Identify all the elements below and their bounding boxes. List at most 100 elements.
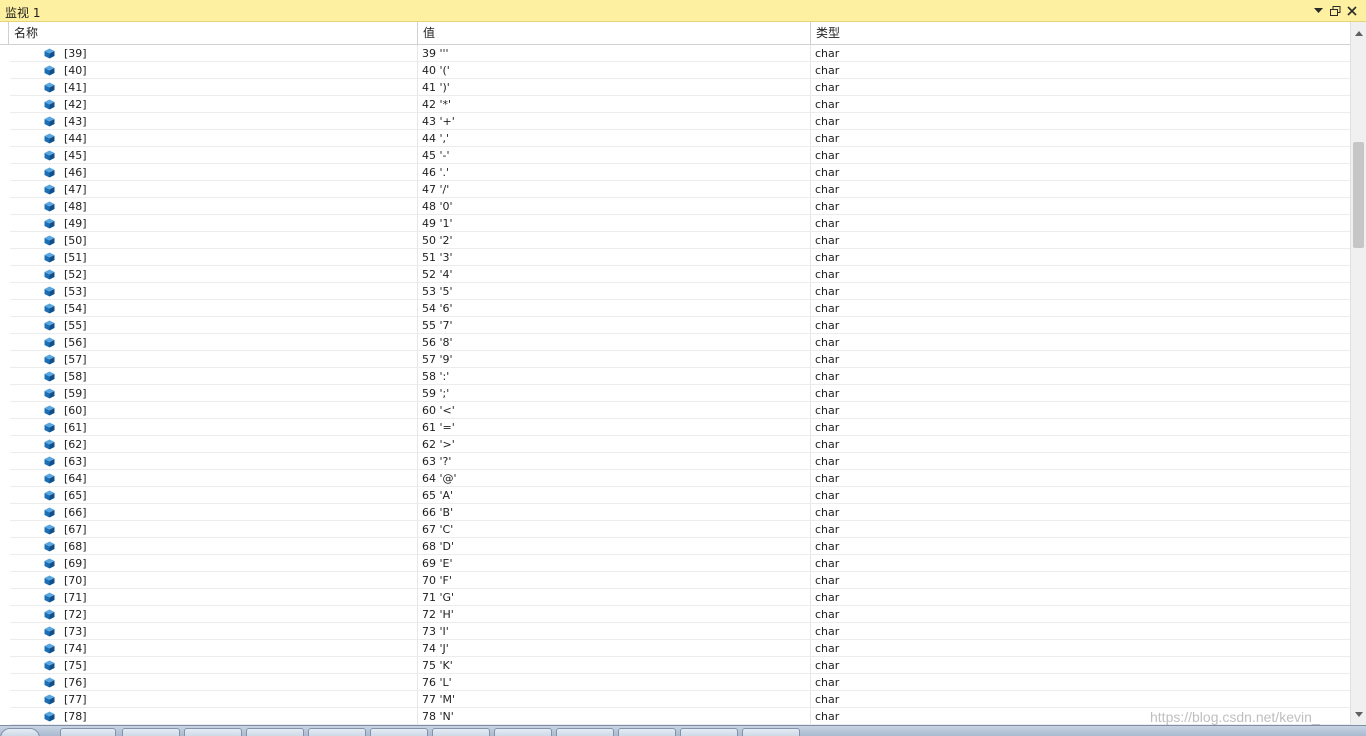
watch-row[interactable]: [70] 70 'F' char: [0, 572, 1350, 589]
watch-row[interactable]: [71] 71 'G' char: [0, 589, 1350, 606]
watch-row-value[interactable]: 52 '4': [422, 267, 453, 282]
start-button[interactable]: [0, 728, 40, 736]
taskbar-item[interactable]: [680, 728, 738, 736]
taskbar-item[interactable]: [308, 728, 366, 736]
watch-row[interactable]: [66] 66 'B' char: [0, 504, 1350, 521]
watch-row[interactable]: [78] 78 'N' char: [0, 708, 1350, 725]
watch-row[interactable]: [45] 45 '-' char: [0, 147, 1350, 164]
watch-row[interactable]: [39] 39 ''' char: [0, 45, 1350, 62]
watch-row[interactable]: [52] 52 '4' char: [0, 266, 1350, 283]
scroll-up-icon[interactable]: [1354, 28, 1364, 38]
watch-row-value[interactable]: 43 '+': [422, 114, 455, 129]
watch-row-value[interactable]: 67 'C': [422, 522, 453, 537]
watch-row-value[interactable]: 68 'D': [422, 539, 454, 554]
watch-row[interactable]: [68] 68 'D' char: [0, 538, 1350, 555]
watch-row-value[interactable]: 59 ';': [422, 386, 449, 401]
watch-row-value[interactable]: 75 'K': [422, 658, 453, 673]
taskbar-item[interactable]: [60, 728, 116, 736]
watch-row[interactable]: [57] 57 '9' char: [0, 351, 1350, 368]
watch-row-value[interactable]: 57 '9': [422, 352, 453, 367]
watch-row-value[interactable]: 64 '@': [422, 471, 457, 486]
watch-row-value[interactable]: 61 '=': [422, 420, 455, 435]
taskbar-item[interactable]: [122, 728, 180, 736]
watch-row-value[interactable]: 78 'N': [422, 709, 454, 724]
watch-row-value[interactable]: 45 '-': [422, 148, 450, 163]
taskbar-item[interactable]: [246, 728, 304, 736]
watch-row[interactable]: [56] 56 '8' char: [0, 334, 1350, 351]
watch-row[interactable]: [42] 42 '*' char: [0, 96, 1350, 113]
watch-row[interactable]: [40] 40 '(' char: [0, 62, 1350, 79]
watch-row-value[interactable]: 70 'F': [422, 573, 452, 588]
taskbar-item[interactable]: [370, 728, 428, 736]
watch-row-value[interactable]: 50 '2': [422, 233, 453, 248]
scroll-down-icon[interactable]: [1354, 709, 1364, 719]
watch-row[interactable]: [51] 51 '3' char: [0, 249, 1350, 266]
taskbar-item[interactable]: [184, 728, 242, 736]
watch-row[interactable]: [73] 73 'I' char: [0, 623, 1350, 640]
watch-row[interactable]: [50] 50 '2' char: [0, 232, 1350, 249]
scrollbar-thumb[interactable]: [1353, 142, 1364, 248]
watch-row[interactable]: [47] 47 '/' char: [0, 181, 1350, 198]
watch-row-value[interactable]: 47 '/': [422, 182, 449, 197]
watch-row[interactable]: [54] 54 '6' char: [0, 300, 1350, 317]
watch-row-value[interactable]: 46 '.': [422, 165, 449, 180]
taskbar-item[interactable]: [494, 728, 552, 736]
watch-row[interactable]: [44] 44 ',' char: [0, 130, 1350, 147]
watch-row-value[interactable]: 40 '(': [422, 63, 450, 78]
watch-row-value[interactable]: 69 'E': [422, 556, 453, 571]
watch-row[interactable]: [59] 59 ';' char: [0, 385, 1350, 402]
watch-row-value[interactable]: 54 '6': [422, 301, 453, 316]
watch-row[interactable]: [49] 49 '1' char: [0, 215, 1350, 232]
watch-row[interactable]: [76] 76 'L' char: [0, 674, 1350, 691]
restore-icon[interactable]: [1327, 3, 1343, 19]
taskbar-item[interactable]: [432, 728, 490, 736]
taskbar-item[interactable]: [742, 728, 800, 736]
watch-row[interactable]: [61] 61 '=' char: [0, 419, 1350, 436]
column-header-type[interactable]: 类型: [811, 22, 1349, 44]
watch-row[interactable]: [67] 67 'C' char: [0, 521, 1350, 538]
watch-row[interactable]: [69] 69 'E' char: [0, 555, 1350, 572]
watch-row[interactable]: [46] 46 '.' char: [0, 164, 1350, 181]
dropdown-icon[interactable]: [1310, 3, 1326, 19]
watch-row[interactable]: [62] 62 '>' char: [0, 436, 1350, 453]
watch-row-value[interactable]: 41 ')': [422, 80, 450, 95]
column-header-value[interactable]: 值: [418, 22, 810, 44]
watch-row[interactable]: [43] 43 '+' char: [0, 113, 1350, 130]
watch-row-value[interactable]: 39 ''': [422, 46, 449, 61]
watch-row[interactable]: [60] 60 '<' char: [0, 402, 1350, 419]
watch-row-value[interactable]: 73 'I': [422, 624, 449, 639]
watch-row-value[interactable]: 65 'A': [422, 488, 453, 503]
watch-row[interactable]: [41] 41 ')' char: [0, 79, 1350, 96]
watch-row-value[interactable]: 72 'H': [422, 607, 454, 622]
watch-row[interactable]: [72] 72 'H' char: [0, 606, 1350, 623]
watch-row-value[interactable]: 44 ',': [422, 131, 449, 146]
watch-row[interactable]: [64] 64 '@' char: [0, 470, 1350, 487]
watch-row-value[interactable]: 77 'M': [422, 692, 455, 707]
watch-row[interactable]: [74] 74 'J' char: [0, 640, 1350, 657]
watch-row-value[interactable]: 76 'L': [422, 675, 452, 690]
watch-row-value[interactable]: 60 '<': [422, 403, 455, 418]
watch-row-value[interactable]: 66 'B': [422, 505, 453, 520]
watch-row-value[interactable]: 42 '*': [422, 97, 451, 112]
watch-row[interactable]: [77] 77 'M' char: [0, 691, 1350, 708]
column-header-name[interactable]: 名称: [9, 22, 417, 44]
watch-row-value[interactable]: 55 '7': [422, 318, 453, 333]
watch-row-value[interactable]: 49 '1': [422, 216, 453, 231]
watch-row[interactable]: [55] 55 '7' char: [0, 317, 1350, 334]
watch-row[interactable]: [75] 75 'K' char: [0, 657, 1350, 674]
close-icon[interactable]: [1344, 3, 1360, 19]
watch-row[interactable]: [65] 65 'A' char: [0, 487, 1350, 504]
taskbar-item[interactable]: [556, 728, 614, 736]
vertical-scrollbar[interactable]: [1350, 22, 1366, 725]
taskbar-item[interactable]: [618, 728, 676, 736]
watch-row-value[interactable]: 71 'G': [422, 590, 454, 605]
watch-row-value[interactable]: 56 '8': [422, 335, 453, 350]
watch-row-value[interactable]: 62 '>': [422, 437, 455, 452]
watch-row-value[interactable]: 74 'J': [422, 641, 449, 656]
watch-row[interactable]: [53] 53 '5' char: [0, 283, 1350, 300]
watch-row-value[interactable]: 51 '3': [422, 250, 453, 265]
watch-row[interactable]: [58] 58 ':' char: [0, 368, 1350, 385]
watch-row-value[interactable]: 48 '0': [422, 199, 453, 214]
watch-row-value[interactable]: 53 '5': [422, 284, 453, 299]
watch-row[interactable]: [63] 63 '?' char: [0, 453, 1350, 470]
